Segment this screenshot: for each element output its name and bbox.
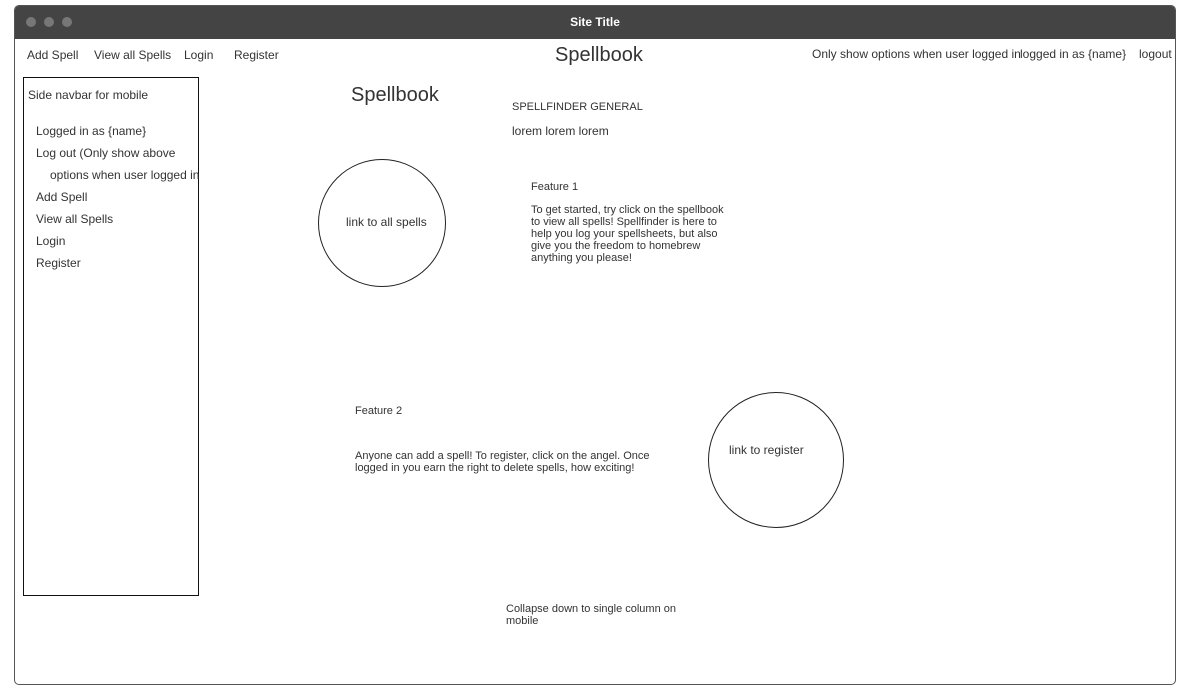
brand-title[interactable]: Spellbook [555,44,643,67]
nav-logout[interactable]: logout [1139,47,1172,61]
feature2-title: Feature 2 [355,405,403,417]
all-spells-link-circle[interactable]: link to all spells [318,159,446,287]
all-spells-link-label: link to all spells [346,215,427,229]
nav-view-all-spells[interactable]: View all Spells [94,48,171,62]
sidebar-item-login[interactable]: Login [36,234,65,248]
logged-in-as: logged in as {name} [1020,47,1127,61]
sidebar-item-logout[interactable]: Log out (Only show above [36,146,175,160]
nav-register[interactable]: Register [234,48,279,62]
sidebar-item-view-all[interactable]: View all Spells [36,212,113,226]
register-link-label: link to register [729,443,804,457]
lorem-text: lorem lorem lorem [512,124,609,138]
layout-note: Collapse down to single column on mobile [506,603,676,627]
feature2-text: Anyone can add a spell! To register, cli… [355,450,650,474]
sidebar-note: options when user logged in [50,168,200,182]
sidebar-item-register[interactable]: Register [36,256,81,270]
sidebar-item-logged-in: Logged in as {name} [36,124,147,138]
window-title: Site Title [570,15,620,29]
sidebar-title: Side navbar for mobile [28,88,149,102]
register-link-circle[interactable]: link to register [708,392,844,528]
title-bar: Site Title [15,6,1175,39]
side-navbar: Side navbar for mobile Logged in as {nam… [23,77,199,596]
browser-window: Site Title Add Spell View all Spells Log… [14,5,1176,685]
nav-add-spell[interactable]: Add Spell [27,48,78,62]
sidebar-item-add-spell[interactable]: Add Spell [36,190,87,204]
page-heading: Spellbook [351,84,439,106]
feature1-title: Feature 1 [531,181,579,193]
logged-in-note: Only show options when user logged in [812,47,1021,61]
subtitle: SPELLFINDER GENERAL [512,101,643,113]
feature1-text: To get started, try click on the spellbo… [531,204,724,264]
nav-login[interactable]: Login [184,48,213,62]
